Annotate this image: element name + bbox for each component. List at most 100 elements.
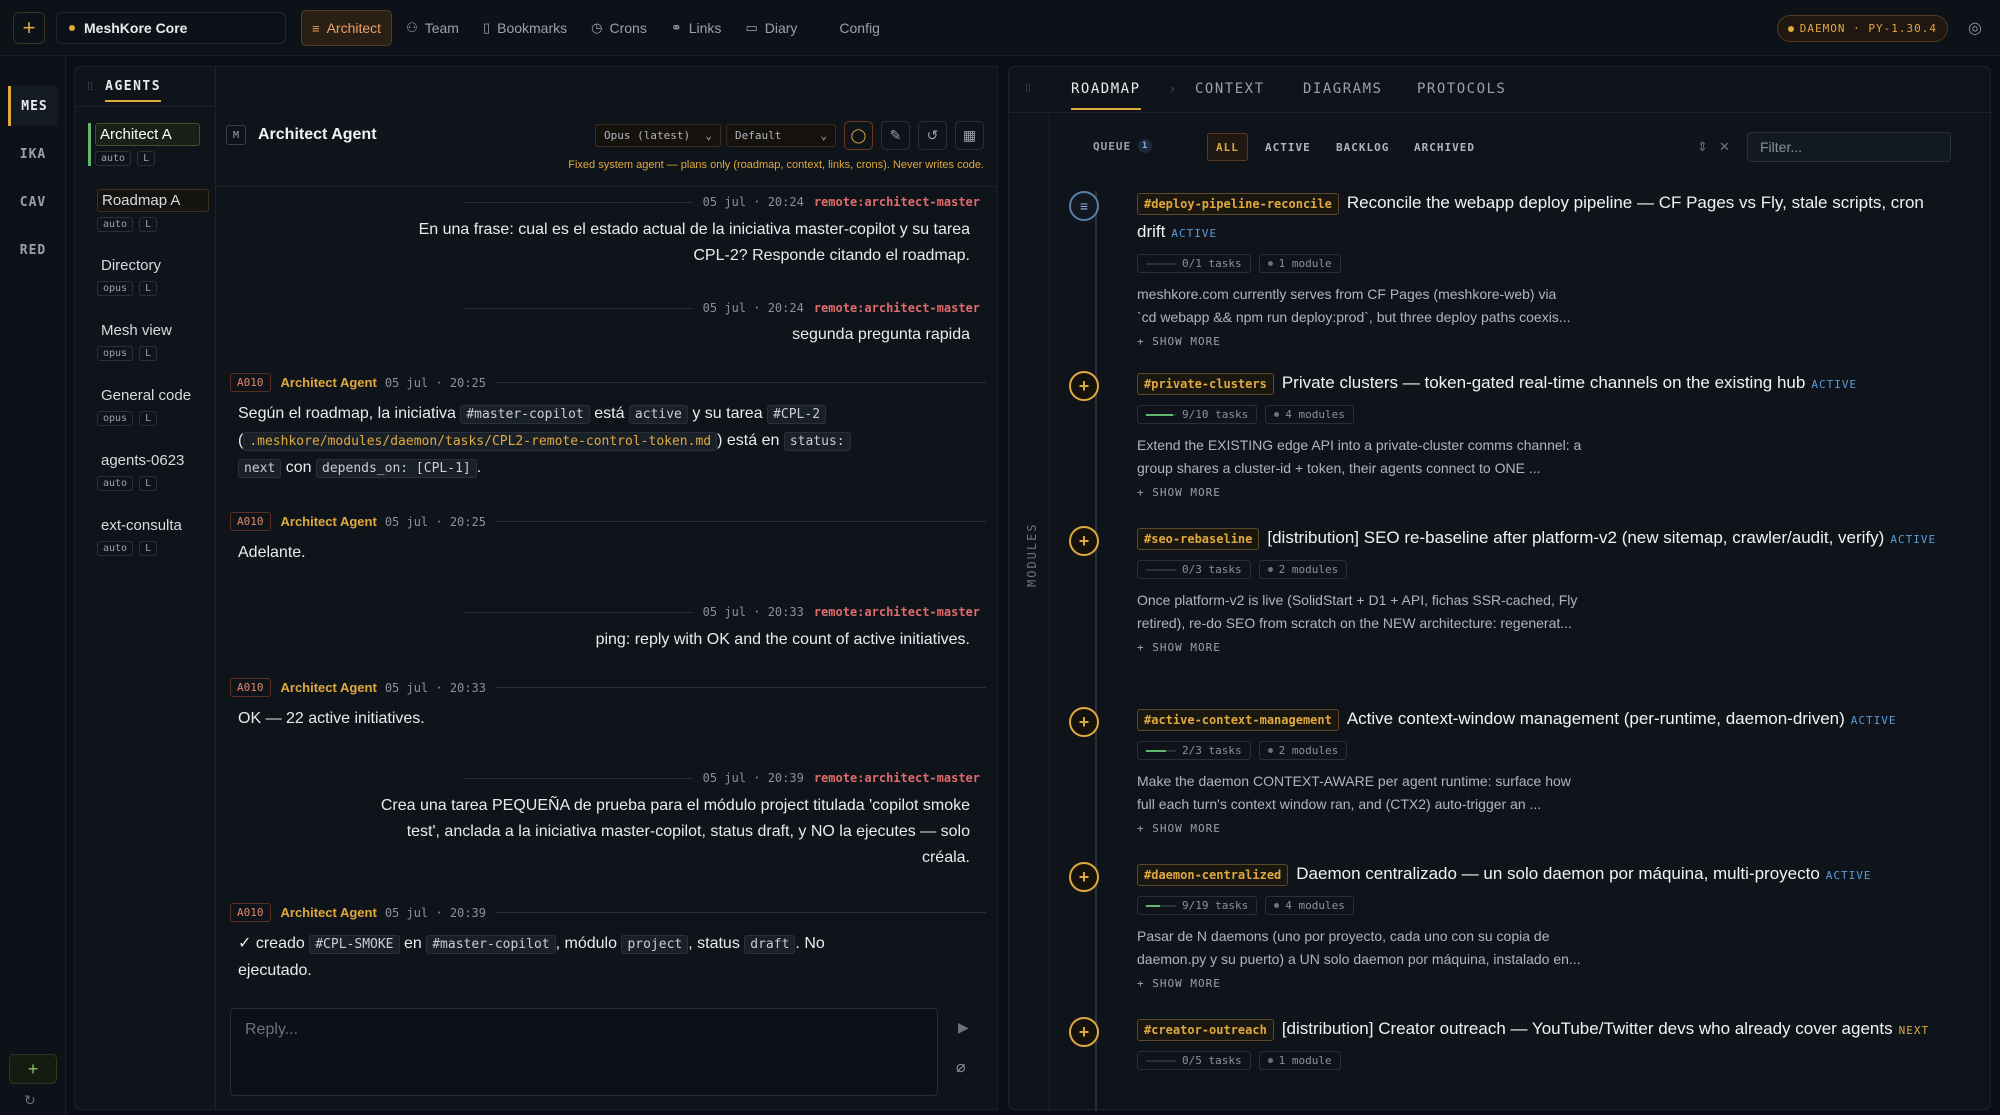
message-line: créala. (921, 849, 970, 866)
tab-architect[interactable]: ≡ Architect (301, 10, 393, 46)
inline-code: #CPL-2 (767, 405, 827, 424)
agent-item-directory[interactable]: Directory opus L (97, 255, 209, 296)
tab-label: Team (424, 20, 459, 36)
description-line: group shares a cluster-id + token, their… (1137, 460, 1541, 476)
history-button[interactable]: ↺ (918, 121, 947, 150)
chevron-right-icon: › (1169, 82, 1177, 96)
tab-config[interactable]: Config (829, 10, 889, 46)
tasks-count: 0/3 tasks (1182, 563, 1242, 576)
tab-context[interactable]: CONTEXT (1195, 81, 1265, 97)
item-title[interactable]: Private clusters — token-gated real-time… (1282, 373, 1806, 392)
agent-item-roadmap[interactable]: Roadmap A auto L (97, 189, 209, 232)
filter-backlog-button[interactable]: BACKLOG (1328, 133, 1397, 161)
rail-item-cav[interactable]: CAV (8, 182, 58, 222)
mode-select-value: Default (735, 129, 782, 142)
message-line: En una frase: cual es el estado actual d… (418, 221, 970, 238)
rail-item-ika[interactable]: IKA (8, 134, 58, 174)
add-node-icon[interactable]: + (1069, 862, 1099, 892)
initiative-tag[interactable]: #deploy-pipeline-reconcile (1137, 193, 1339, 215)
tab-roadmap[interactable]: ROADMAP (1071, 81, 1141, 110)
message-text: y su tarea (692, 405, 763, 422)
inline-code: #master-copilot (460, 405, 590, 424)
agent-message: OK — 22 active initiatives. (238, 710, 425, 727)
agent-tag: L (137, 151, 156, 166)
item-title[interactable]: Active context-window management (per-ru… (1347, 709, 1845, 728)
show-more-link[interactable]: + SHOW MORE (1137, 486, 1967, 499)
initiative-tag[interactable]: #daemon-centralized (1137, 864, 1289, 886)
palette-icon[interactable]: ◎ (1968, 18, 1982, 38)
message-list[interactable]: 05 jul · 20:24 remote:architect-master En… (216, 187, 998, 997)
workspace-selector[interactable]: MeshKore Core (56, 12, 286, 44)
agent-note: Fixed system agent — plans only (roadmap… (568, 159, 984, 171)
add-logo-icon[interactable]: + (13, 12, 45, 44)
initiative-tag[interactable]: #private-clusters (1137, 373, 1274, 395)
agent-message-meta: A010 Architect Agent 05 jul · 20:33 (230, 678, 986, 697)
tab-diagrams[interactable]: DIAGRAMS (1303, 81, 1382, 97)
collapse-icon[interactable]: ✕ (1719, 139, 1730, 155)
daemon-status-badge[interactable]: DAEMON · PY-1.30.4 (1776, 15, 1948, 42)
agent-item-agents-0623[interactable]: agents-0623 auto L (97, 450, 209, 491)
chevron-down-icon: ⌄ (820, 129, 827, 142)
modules-side-label[interactable]: MODULES (1025, 522, 1039, 587)
agent-tags: opus L (97, 411, 209, 426)
agent-item-general-code[interactable]: General code opus L (97, 385, 209, 426)
agent-item-architect[interactable]: Architect A auto L (88, 123, 200, 166)
progress-bar (1146, 1059, 1176, 1062)
agent-tag: opus (97, 281, 134, 296)
item-title[interactable]: [distribution] SEO re-baseline after pla… (1267, 528, 1884, 547)
drag-handle-icon[interactable]: ⁞⁞ (87, 81, 93, 93)
tab-team[interactable]: ⚇ Team (396, 10, 469, 46)
edit-button[interactable]: ✎ (881, 121, 910, 150)
progress-fill (1146, 413, 1173, 416)
agent-badge: A010 (230, 373, 271, 392)
chat-bubble-button[interactable]: ◯ (844, 121, 873, 150)
queue-label[interactable]: QUEUE 1 (1093, 139, 1153, 153)
expand-icon[interactable]: ⇕ (1697, 139, 1708, 155)
list-node-icon[interactable]: ≡ (1069, 191, 1099, 221)
item-title[interactable]: [distribution] Creator outreach — YouTub… (1282, 1019, 1893, 1038)
rail-item-red[interactable]: RED (8, 230, 58, 270)
reply-input[interactable]: Reply... (230, 1008, 938, 1096)
filter-archived-button[interactable]: ARCHIVED (1406, 133, 1483, 161)
tasks-count: 9/10 tasks (1182, 408, 1249, 421)
initiative-tag[interactable]: #active-context-management (1137, 709, 1339, 731)
agent-item-ext-consulta[interactable]: ext-consulta auto L (97, 515, 209, 556)
show-more-link[interactable]: + SHOW MORE (1137, 335, 1967, 348)
modules-count: 4 modules (1285, 408, 1345, 421)
tab-links[interactable]: ⚭ Links (661, 10, 732, 46)
initiative-tag[interactable]: #creator-outreach (1137, 1019, 1274, 1041)
inline-code-path: .meshkore/modules/daemon/tasks/CPL2-remo… (243, 432, 718, 451)
grid-button[interactable]: ▦ (955, 121, 984, 150)
agent-name: Mesh view (101, 322, 172, 339)
tab-diary[interactable]: ▭ Diary (735, 10, 807, 46)
show-more-link[interactable]: + SHOW MORE (1137, 641, 1967, 654)
message-line: Crea una tarea PEQUEÑA de prueba para el… (380, 797, 970, 814)
tab-crons[interactable]: ◷ Crons (581, 10, 657, 46)
tab-bookmarks[interactable]: ▯ Bookmarks (473, 10, 577, 46)
add-project-button[interactable]: + (9, 1054, 57, 1084)
mode-select[interactable]: Default ⌄ (726, 124, 836, 147)
add-node-icon[interactable]: + (1069, 707, 1099, 737)
add-node-icon[interactable]: + (1069, 1017, 1099, 1047)
show-more-link[interactable]: + SHOW MORE (1137, 822, 1967, 835)
show-more-link[interactable]: + SHOW MORE (1137, 977, 1967, 990)
add-node-icon[interactable]: + (1069, 371, 1099, 401)
agent-tag: L (139, 217, 158, 232)
item-title[interactable]: Daemon centralizado — un solo daemon por… (1296, 864, 1820, 883)
drag-handle-icon[interactable]: ⁞⁞ (1025, 83, 1031, 95)
attach-icon[interactable]: ⌀ (956, 1057, 966, 1077)
agent-item-mesh-view[interactable]: Mesh view opus L (97, 320, 209, 361)
refresh-icon[interactable]: ↻ (24, 1092, 36, 1109)
link-icon: ⚭ (670, 20, 682, 35)
add-node-icon[interactable]: + (1069, 526, 1099, 556)
filter-input[interactable]: Filter... (1747, 132, 1951, 162)
rail-item-mes[interactable]: MES (8, 86, 58, 126)
send-icon[interactable]: ▶ (958, 1019, 969, 1036)
initiative-tag[interactable]: #seo-rebaseline (1137, 528, 1260, 550)
item-title-row: #creator-outreach [distribution] Creator … (1137, 1015, 1967, 1045)
inline-code: depends_on: [CPL-1] (316, 459, 477, 478)
filter-active-button[interactable]: ACTIVE (1257, 133, 1319, 161)
model-select[interactable]: Opus (latest) ⌄ (595, 124, 721, 147)
filter-all-button[interactable]: ALL (1207, 133, 1248, 161)
tab-protocols[interactable]: PROTOCOLS (1417, 81, 1506, 97)
